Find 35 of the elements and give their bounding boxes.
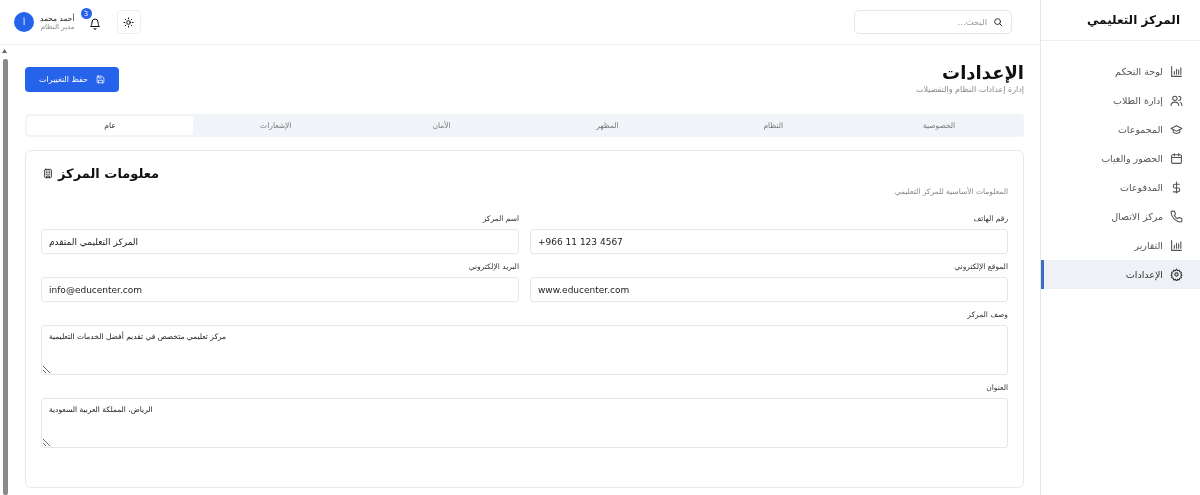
- search-field[interactable]: البحث...: [854, 10, 1012, 34]
- theme-toggle-button[interactable]: [116, 10, 141, 34]
- calendar-icon: [1170, 152, 1183, 165]
- bar-chart-icon: [1170, 239, 1183, 252]
- bar-chart-icon: [1170, 65, 1183, 78]
- sidebar-title: المركز التعليمي: [1041, 0, 1200, 41]
- sidebar-item[interactable]: مركز الاتصال: [1041, 202, 1200, 231]
- graduation-cap-icon: [1170, 123, 1183, 136]
- sidebar-item[interactable]: المجموعات: [1041, 115, 1200, 144]
- sidebar-item[interactable]: إدارة الطلاب: [1041, 86, 1200, 115]
- input-field[interactable]: info@educenter.com: [41, 277, 519, 302]
- card-title: معلومات المركز: [58, 166, 160, 181]
- input-field[interactable]: www.educenter.com: [530, 277, 1008, 302]
- sidebar-item[interactable]: الإعدادات: [1041, 260, 1200, 289]
- input-field[interactable]: +966 11 123 4567: [530, 229, 1008, 254]
- search-icon: [993, 17, 1003, 27]
- sidebar-item[interactable]: التقارير: [1041, 231, 1200, 260]
- sun-icon: [123, 16, 134, 28]
- users-icon: [1170, 94, 1183, 107]
- avatar[interactable]: أ: [14, 12, 34, 32]
- sidebar-item[interactable]: الحضور والغياب: [1041, 144, 1200, 173]
- sidebar-item[interactable]: لوحة التحكم: [1041, 57, 1200, 86]
- scroll-up-arrow-icon: [2, 49, 7, 53]
- scrollbar-thumb[interactable]: [3, 59, 8, 495]
- save-icon: [96, 75, 106, 84]
- phone-icon: [1170, 210, 1183, 223]
- building-icon: [43, 168, 53, 179]
- bell-icon[interactable]: [88, 18, 101, 30]
- page-subtitle: إدارة إعدادات النظام والتفضيلات: [915, 85, 1024, 94]
- input-field[interactable]: المركز التعليمي المتقدم: [41, 229, 519, 254]
- dollar-icon: [1170, 181, 1183, 194]
- sidebar-item[interactable]: المدفوعات: [1041, 173, 1200, 202]
- save-button[interactable]: حفظ التغييرات: [25, 67, 120, 92]
- settings-icon: [1170, 268, 1183, 281]
- page-title: الإعدادات: [941, 62, 1024, 83]
